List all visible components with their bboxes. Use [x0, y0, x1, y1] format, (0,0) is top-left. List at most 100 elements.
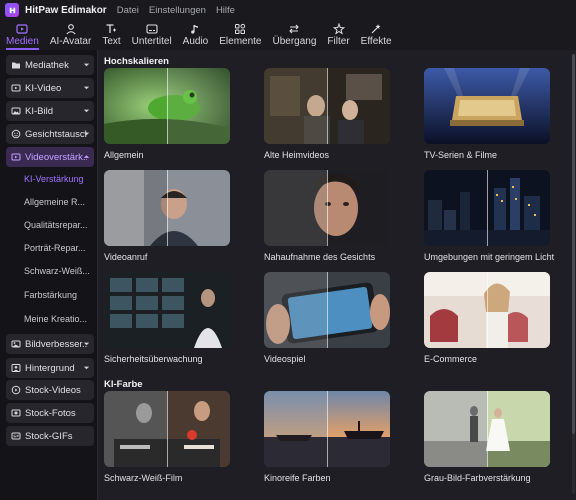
thumbnail-shop [424, 272, 550, 348]
media-icon [15, 23, 29, 35]
tool-text[interactable]: Text [102, 20, 121, 47]
chevron-up-icon [83, 155, 90, 158]
ai-avatar-icon [64, 23, 78, 35]
card-geringes-licht[interactable]: Umgebungen mit geringem Licht [424, 170, 555, 262]
thumbnail-sunset [264, 391, 390, 467]
card-grau-bild[interactable]: Grau-Bild-Farbverstärkung [424, 391, 550, 483]
card-schwarz-weiss-film[interactable]: Schwarz-Weiß-Film [104, 391, 230, 483]
card-label: Videospiel [264, 354, 306, 364]
tool-transition-label: Übergang [272, 36, 317, 47]
thumbnail-face [264, 170, 390, 246]
card-alte-heimvideos[interactable]: Alte Heimvideos [264, 68, 390, 160]
tool-ai-avatar[interactable]: AI-Avatar [50, 20, 91, 47]
sidebar: Mediathek KI-Video KI-Bild Gesichtstausc… [6, 53, 94, 494]
card-label: Sicherheitsüberwachung [104, 354, 203, 364]
sidebar-subitem-label: Farbstärkung [24, 290, 78, 300]
text-icon [104, 23, 118, 35]
sidebar-item-stock-fotos[interactable]: Stock-Fotos [6, 403, 94, 423]
sidebar-item-bildverbesserung[interactable]: Bildverbesser... [6, 334, 94, 354]
video-enhance-icon [11, 152, 21, 162]
tool-subtitle[interactable]: Untertitel [132, 20, 172, 47]
sidebar-subitem-label: Schwarz-Weiß... [24, 266, 90, 276]
chevron-down-icon [83, 86, 90, 90]
thumbnail-city [424, 170, 550, 246]
tool-audio[interactable]: Audio [183, 20, 208, 47]
tool-elements[interactable]: Elemente [219, 20, 262, 47]
card-label: Alte Heimvideos [264, 150, 330, 160]
tool-effects-label: Effekte [360, 36, 392, 47]
sidebar-item-stock-gifs[interactable]: Stock-GIFs [6, 426, 94, 446]
sidebar-subitem-schwarz-weiss[interactable]: Schwarz-Weiß... [6, 261, 94, 281]
folder-icon [11, 60, 21, 70]
card-videoanruf[interactable]: Videoanruf [104, 170, 230, 262]
thumbnail-wedding [424, 391, 550, 467]
menu-help[interactable]: Hilfe [216, 5, 235, 16]
sidebar-subitem-qualitaet[interactable]: Qualitätsrepar... [6, 215, 94, 235]
content-panel: Hochskalieren Allgemein Alte Heimvideos … [97, 50, 576, 500]
card-label: TV-Serien & Filme [424, 150, 498, 160]
chevron-down-icon [83, 63, 90, 67]
card-sicherheit[interactable]: Sicherheitsüberwachung [104, 272, 230, 364]
sidebar-item-stock-videos[interactable]: Stock-Videos [6, 380, 94, 400]
card-label: Videoanruf [104, 252, 148, 262]
card-kinoreife-farben[interactable]: Kinoreife Farben [264, 391, 390, 483]
chevron-down-icon [83, 342, 90, 346]
card-videospiel[interactable]: Videospiel [264, 272, 390, 364]
tool-transition[interactable]: Übergang [272, 20, 317, 47]
subtitle-icon [145, 23, 159, 35]
image-enhance-icon [11, 339, 21, 349]
ai-image-icon [11, 106, 21, 116]
sidebar-item-gesichtstausch[interactable]: Gesichtstausch [6, 124, 94, 144]
stock-gif-icon [11, 431, 21, 441]
sidebar-item-hintergrund[interactable]: Hintergrund [6, 358, 94, 378]
chevron-down-icon [83, 132, 90, 136]
tool-media-label: Medien [6, 36, 39, 47]
card-tv-serien[interactable]: TV-Serien & Filme [424, 68, 550, 160]
sidebar-item-ki-bild[interactable]: KI-Bild [6, 101, 94, 121]
sidebar-item-label: Mediathek [25, 59, 69, 71]
app-title: HitPaw Edimakor [25, 4, 107, 16]
section-title-hochskalieren: Hochskalieren [104, 56, 169, 67]
ai-video-icon [11, 83, 21, 93]
card-label: Umgebungen mit geringem Licht [424, 252, 555, 262]
card-label: Allgemein [104, 150, 144, 160]
stock-photo-icon [11, 408, 21, 418]
compare-divider [327, 68, 328, 144]
audio-icon [188, 23, 202, 35]
sidebar-subitem-label: Meine Kreatio... [24, 314, 88, 324]
tool-text-label: Text [102, 36, 121, 47]
elements-icon [233, 23, 247, 35]
sidebar-subitem-ki-verstaerkung[interactable]: KI-Verstärkung [6, 169, 94, 189]
sidebar-item-mediathek[interactable]: Mediathek [6, 55, 94, 75]
sidebar-subitem-portraet[interactable]: Porträt-Repar... [6, 238, 94, 258]
card-allgemein[interactable]: Allgemein [104, 68, 230, 160]
transition-icon [287, 23, 301, 35]
toolbar: Medien AI-Avatar Text Untertitel Audio E… [0, 20, 576, 50]
stock-video-icon [11, 385, 21, 395]
tool-subtitle-label: Untertitel [131, 36, 172, 47]
compare-divider [327, 272, 328, 348]
face-swap-icon [11, 129, 21, 139]
sidebar-item-ki-video[interactable]: KI-Video [6, 78, 94, 98]
tool-media[interactable]: Medien [6, 20, 39, 50]
sidebar-item-videoverstaerkung[interactable]: Videoverstärk... [6, 147, 94, 167]
sidebar-subitem-meine-kreationen[interactable]: Meine Kreatio... [6, 309, 94, 329]
compare-divider [327, 170, 328, 246]
scrollbar-thumb[interactable] [572, 54, 575, 434]
thumbnail-bw [104, 391, 230, 467]
menu-file[interactable]: Datei [117, 5, 139, 16]
card-nahaufnahme[interactable]: Nahaufnahme des Gesichts [264, 170, 390, 262]
compare-divider [327, 391, 328, 467]
app-logo-icon [5, 3, 19, 17]
sidebar-item-label: Stock-GIFs [25, 430, 73, 442]
sidebar-item-label: KI-Bild [25, 105, 53, 117]
sidebar-subitem-farbstaerkung[interactable]: Farbstärkung [6, 285, 94, 305]
card-e-commerce[interactable]: E-Commerce [424, 272, 550, 364]
sidebar-subitem-label: KI-Verstärkung [24, 174, 84, 184]
sidebar-subitem-allgemeine[interactable]: Allgemeine R... [6, 192, 94, 212]
thumbnail-cctv [104, 272, 230, 348]
sidebar-subitem-label: Allgemeine R... [24, 197, 86, 207]
menu-settings[interactable]: Einstellungen [149, 5, 206, 16]
tool-effects[interactable]: Effekte [361, 20, 392, 47]
tool-filter[interactable]: Filter [327, 20, 350, 47]
